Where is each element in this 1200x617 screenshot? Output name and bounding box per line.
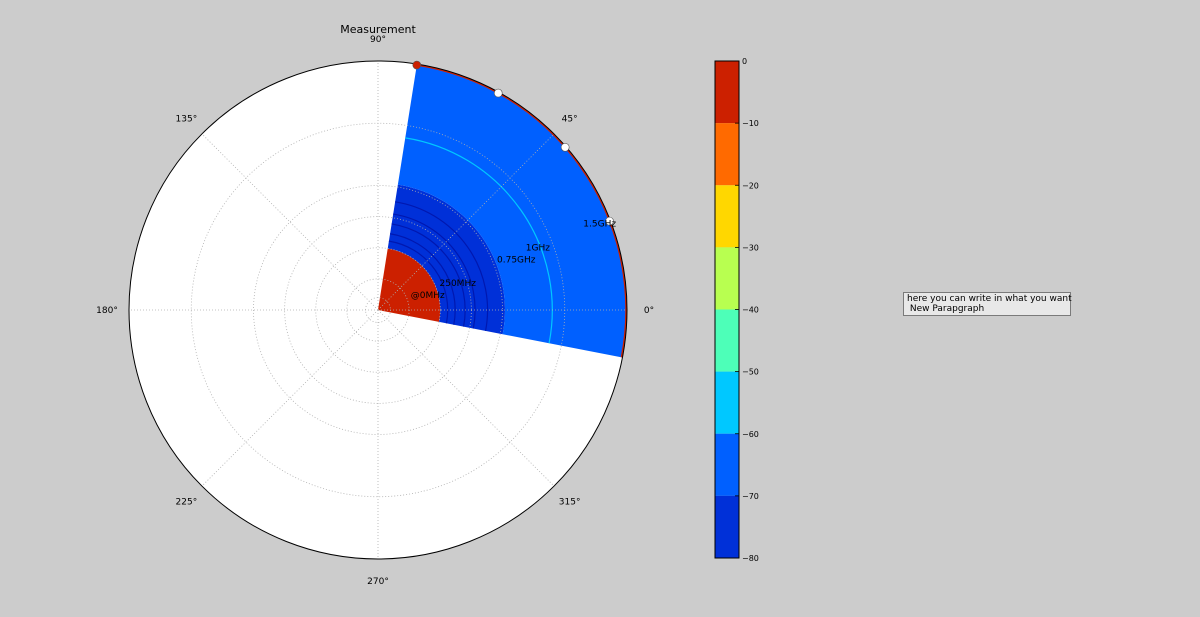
colorbar-level-3: [715, 247, 739, 310]
angular-tick-label-3: 135°: [176, 114, 198, 124]
note-line-1: here you can write in what you want: [907, 294, 1072, 304]
colorbar-tick-label-1: −10: [742, 119, 759, 128]
colorbar-tick-label-0: 0: [742, 57, 747, 66]
colorbar: 0 −10 −20 −30 −40 −50 −60 −70 −80: [714, 57, 759, 563]
colorbar-level-0: [715, 61, 739, 124]
angular-tick-label-6: 270°: [367, 577, 389, 587]
colorbar-tick-label-6: −60: [742, 430, 759, 439]
colorbar-tick-label-7: −70: [742, 492, 759, 501]
colorbar-level-1: [715, 123, 739, 186]
text-annotation-box[interactable]: here you can write in what you want New …: [903, 292, 1072, 316]
colorbar-level-6: [715, 433, 739, 496]
radial-label-2: 0.75GHz: [497, 255, 536, 265]
edge-marker-0: [412, 60, 422, 70]
radial-label-0: @0MHz: [411, 291, 445, 301]
colorbar-tick-label-8: −80: [742, 554, 759, 563]
edge-marker-2: [560, 142, 570, 152]
colorbar-tick-label-3: −30: [742, 243, 759, 252]
angular-tick-label-1: 45°: [562, 114, 578, 124]
angular-tick-label-4: 180°: [96, 306, 118, 316]
colorbar-tick-label-4: −40: [742, 306, 759, 315]
colorbar-level-5: [715, 371, 739, 434]
edge-marker-1: [493, 88, 503, 98]
colorbar-level-7: [715, 495, 739, 558]
radial-label-1: 250MHz: [440, 279, 477, 289]
angular-tick-label-0: 0°: [644, 306, 654, 316]
angular-tick-label-7: 315°: [559, 498, 581, 508]
note-line-2: New Parapgraph: [907, 304, 985, 314]
polar-plot: 0° 45° 90° 135° 180° 225° 270° 315° @0MHz 250MHz 0…: [96, 35, 654, 587]
radial-label-4: 1.5GHz: [583, 220, 616, 230]
radial-label-3: 1GHz: [526, 243, 550, 253]
colorbar-tick-label-5: −50: [742, 368, 759, 377]
angular-tick-label-5: 225°: [176, 498, 198, 508]
colorbar-level-2: [715, 185, 739, 248]
colorbar-tick-label-2: −20: [742, 181, 759, 190]
angular-tick-label-2: 90°: [370, 35, 386, 45]
colorbar-level-4: [715, 309, 739, 372]
